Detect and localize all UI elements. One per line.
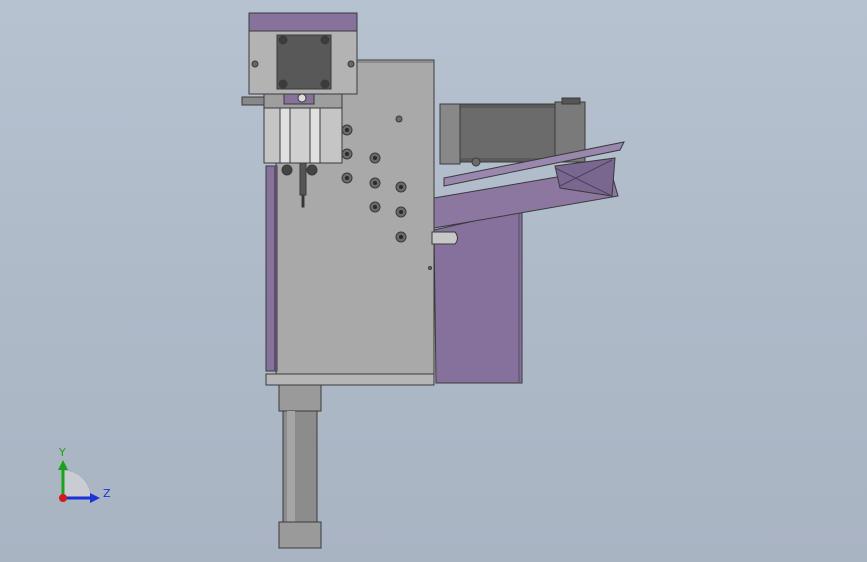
y-axis-label: Y — [58, 446, 66, 459]
x-axis-dot-icon — [59, 494, 67, 502]
z-axis-label: Z — [103, 487, 111, 500]
orientation-triad[interactable]: Y Z — [58, 446, 111, 503]
air-cylinder[interactable] — [278, 384, 322, 549]
machine-assembly[interactable] — [241, 12, 625, 549]
cad-viewport[interactable]: Y Z — [0, 0, 867, 562]
triad-xz-plane — [62, 469, 92, 499]
z-axis-arrow-icon — [90, 493, 100, 503]
base-plate[interactable] — [265, 373, 435, 386]
y-axis-arrow-icon — [58, 460, 68, 470]
